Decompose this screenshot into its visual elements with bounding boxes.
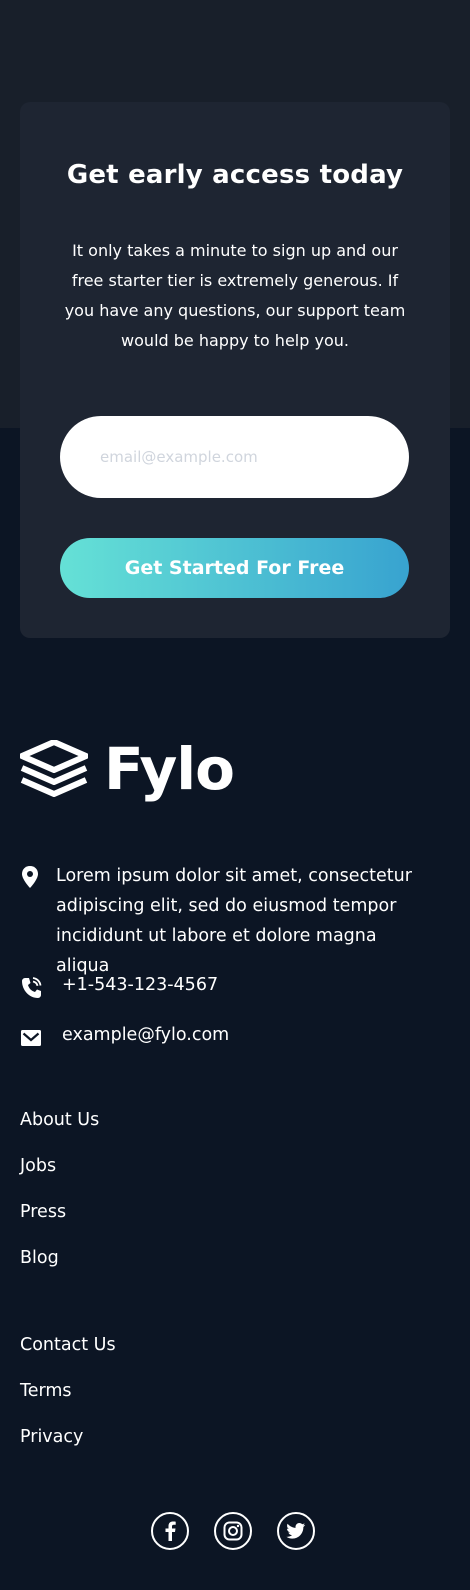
footer-link-about-us[interactable]: About Us [20,1110,99,1130]
get-started-button[interactable]: Get Started For Free [60,538,409,598]
location-pin-icon [22,866,38,888]
twitter-icon[interactable] [277,1512,315,1550]
phone-row: +1-543-123-4567 [20,970,218,1000]
footer-links-secondary: Contact Us Terms Privacy [20,1335,116,1473]
email-input[interactable] [60,416,409,498]
facebook-icon[interactable] [151,1512,189,1550]
early-access-card: Get early access today It only takes a m… [20,102,450,638]
footer-link-jobs[interactable]: Jobs [20,1156,56,1176]
social-links [151,1512,315,1550]
cta-description: It only takes a minute to sign up and ou… [64,241,406,350]
contact-email[interactable]: example@fylo.com [62,1020,229,1050]
mail-icon [21,1030,41,1046]
cta-title: Get early access today [66,160,404,190]
stacked-layers-icon [20,740,88,797]
address-text: Lorem ipsum dolor sit amet, consectetur … [56,866,412,976]
footer-link-blog[interactable]: Blog [20,1248,59,1268]
footer-link-privacy[interactable]: Privacy [20,1427,83,1447]
phone-icon [22,977,42,998]
footer-link-press[interactable]: Press [20,1202,66,1222]
email-row: example@fylo.com [20,1020,229,1050]
address-row: Lorem ipsum dolor sit amet, consectetur … [20,861,416,981]
fylo-logo[interactable]: Fylo [20,735,235,803]
instagram-icon[interactable] [214,1512,252,1550]
phone-number[interactable]: +1-543-123-4567 [62,970,218,1000]
footer-link-contact-us[interactable]: Contact Us [20,1335,116,1355]
footer-links-primary: About Us Jobs Press Blog [20,1110,99,1294]
logo-wordmark: Fylo [104,735,235,803]
footer-link-terms[interactable]: Terms [20,1381,72,1401]
